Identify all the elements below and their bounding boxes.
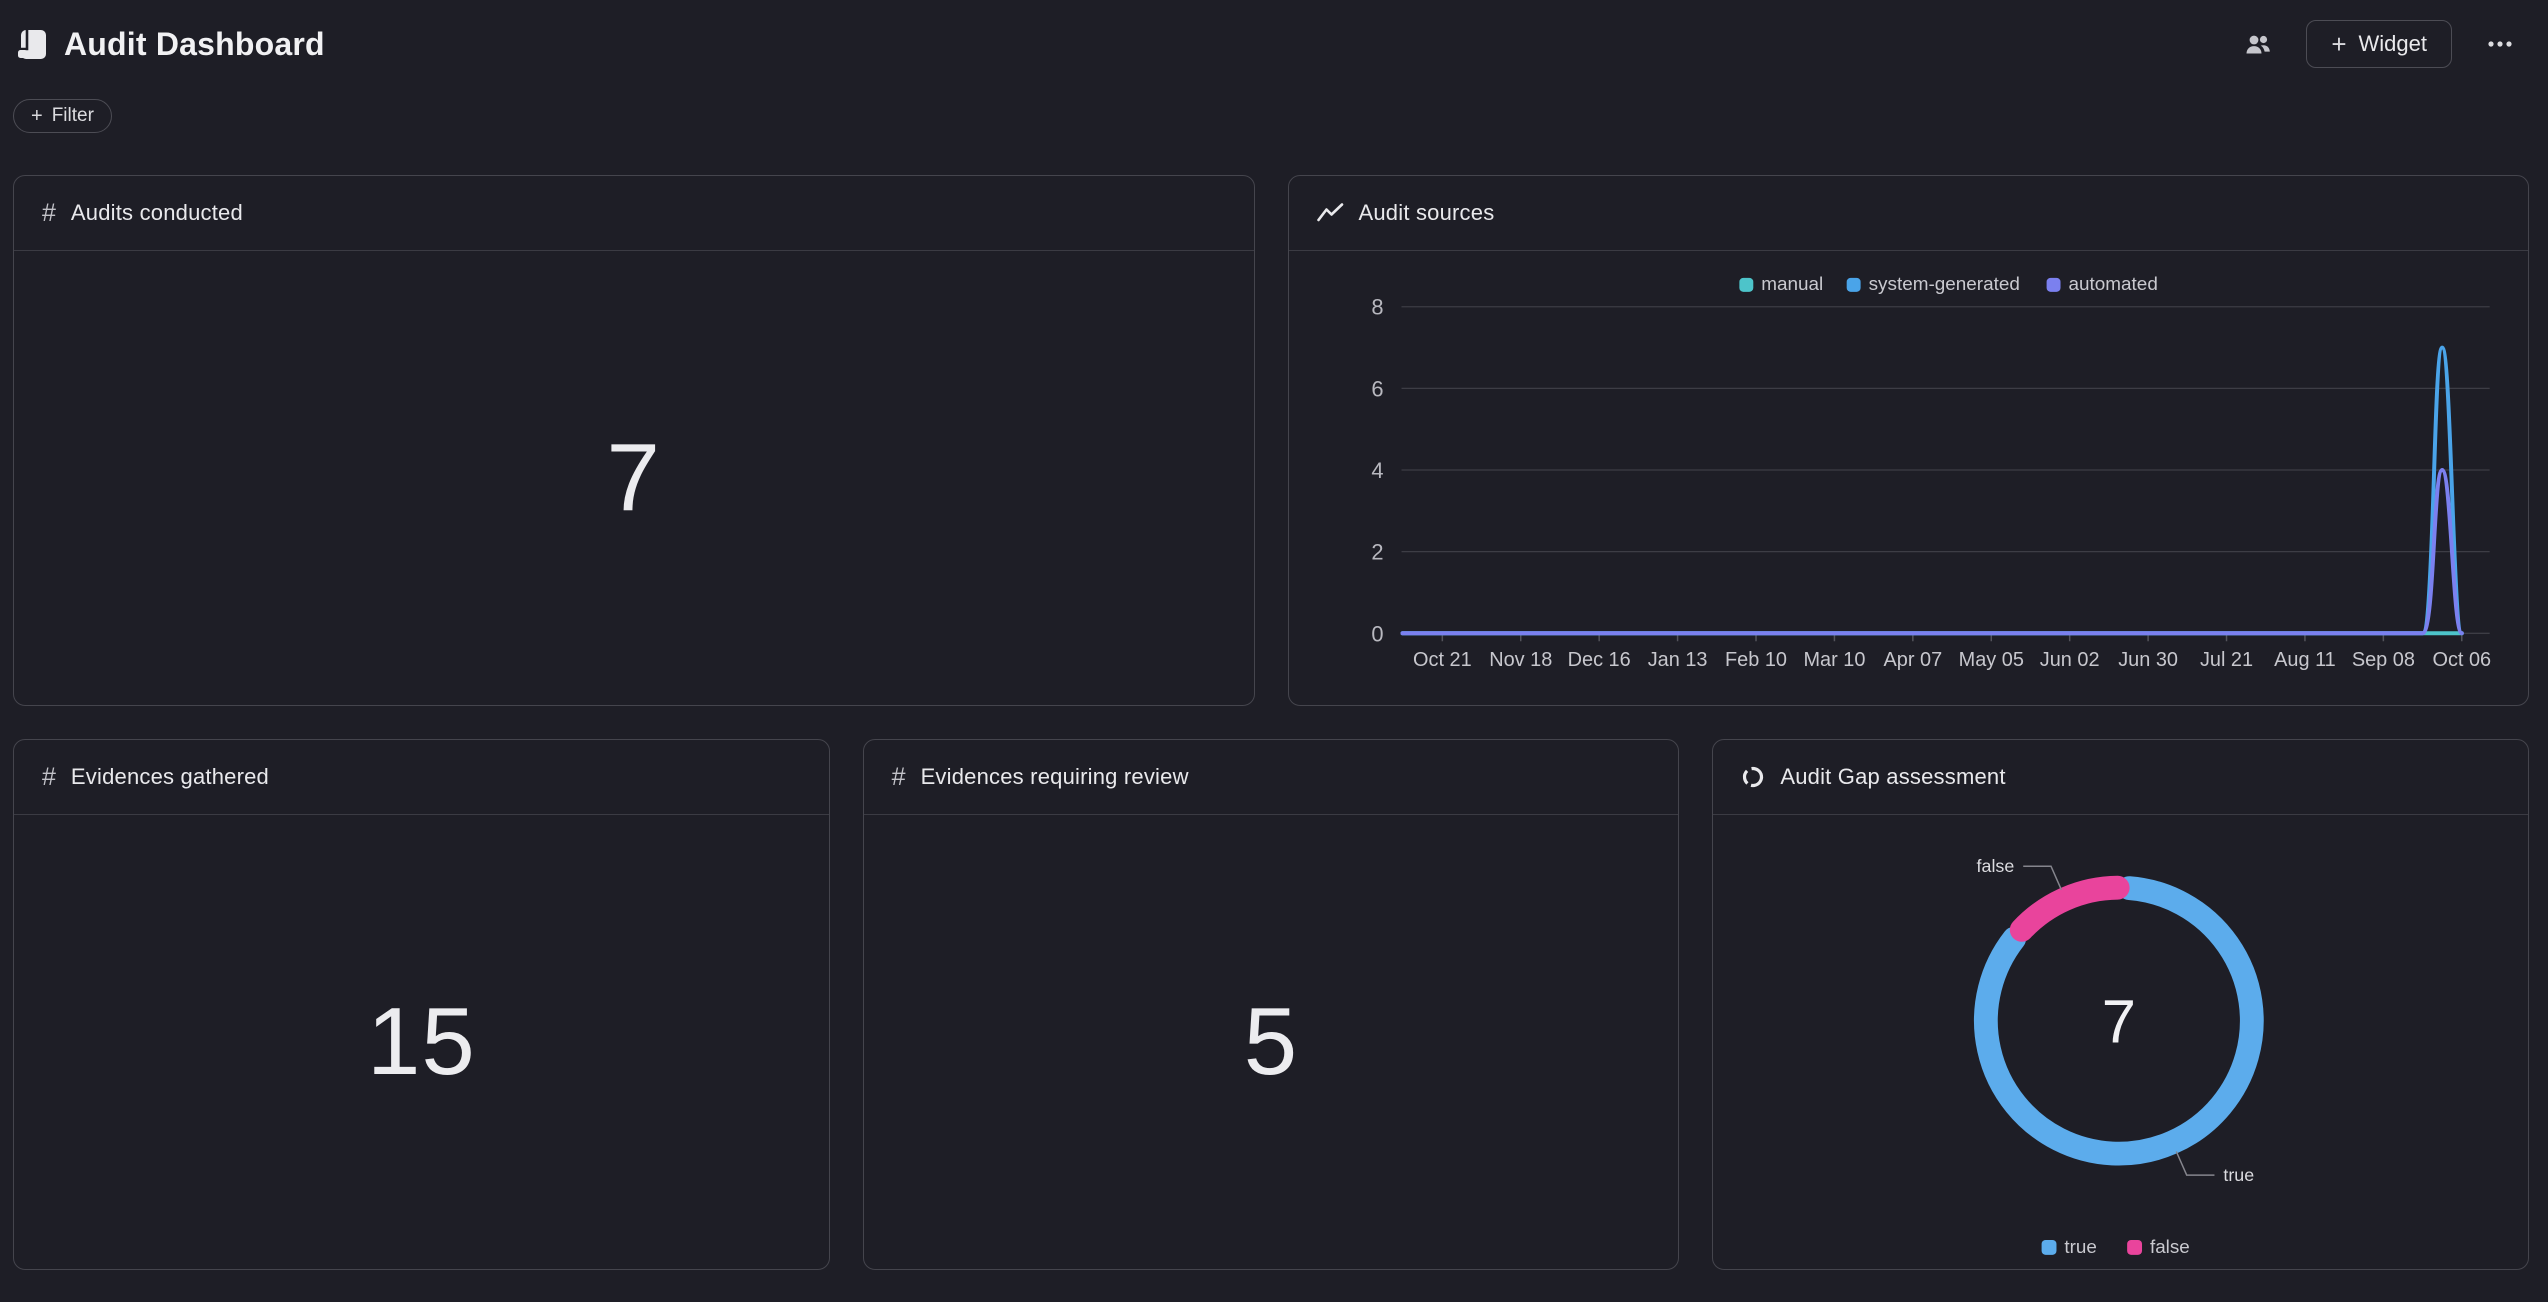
audit-sources-chart[interactable]: 0 2 4 6 8 Oct 21 Nov 18 Dec 16 Jan 13 Feb 10 Mar 1…	[1289, 251, 2529, 706]
stat-value: 15	[367, 987, 476, 1097]
x-tick-label: Oct 21	[1413, 649, 1472, 671]
widget-title: Audit sources	[1359, 200, 1495, 226]
widget-body: 15	[14, 815, 829, 1269]
y-tick-label: 4	[1371, 458, 1383, 483]
legend-item-true[interactable]: true	[2042, 1236, 2097, 1257]
widget-title: Evidences gathered	[71, 764, 269, 790]
hash-icon: #	[892, 765, 906, 790]
legend-item-automated[interactable]: automated	[2046, 274, 2157, 295]
x-tick-label: Nov 18	[1489, 649, 1552, 671]
legend-label: system-generated	[1868, 274, 2019, 295]
widget-audits-conducted: # Audits conducted 7	[13, 175, 1255, 706]
y-tick-label: 8	[1371, 295, 1383, 320]
x-tick-label: Apr 07	[1883, 649, 1942, 671]
x-tick-label: May 05	[1958, 649, 2023, 671]
y-tick-label: 2	[1371, 540, 1383, 565]
widget-body: 0 2 4 6 8 Oct 21 Nov 18 Dec 16 Jan 13 Feb 10 Mar 1…	[1289, 251, 2529, 706]
hash-icon: #	[42, 201, 56, 226]
widget-title: Evidences requiring review	[921, 764, 1189, 790]
stat-value: 7	[607, 423, 661, 533]
widget-body: true false 7 true false	[1713, 815, 2528, 1269]
book-icon	[16, 27, 50, 61]
x-tick-label: Jun 02	[2039, 649, 2099, 671]
dashboard-grid: # Audits conducted 7 Audit sources 0 2 4 6 8…	[13, 175, 2529, 1270]
x-tick-label: Aug 11	[2274, 649, 2336, 671]
plus-icon: +	[2331, 31, 2346, 57]
widget-header: Audit sources	[1289, 176, 2529, 251]
widget-header: # Evidences requiring review	[864, 740, 1679, 815]
widget-body: 7	[14, 251, 1254, 705]
slice-leader	[2024, 866, 2062, 890]
x-tick-label: Sep 08	[2351, 649, 2414, 671]
hash-icon: #	[42, 765, 56, 790]
donut-center-value: 7	[2102, 987, 2136, 1056]
x-tick-label: Jun 30	[2118, 649, 2178, 671]
add-widget-button[interactable]: + Widget	[2306, 20, 2452, 68]
legend-swatch	[1739, 278, 1753, 292]
legend-item-manual[interactable]: manual	[1739, 274, 1823, 295]
widget-audit-sources: Audit sources 0 2 4 6 8 Oct 21 Nov 18 Dec 16 Jan…	[1288, 175, 2530, 706]
legend-label: true	[2065, 1236, 2097, 1257]
topbar-actions: + Widget	[2240, 20, 2518, 68]
people-icon[interactable]	[2240, 28, 2276, 61]
page-title: Audit Dashboard	[64, 26, 325, 63]
x-tick-label: Mar 10	[1803, 649, 1865, 671]
x-tick-label: Dec 16	[1567, 649, 1630, 671]
series-line-system-generated[interactable]	[1402, 348, 2461, 634]
legend-swatch	[2046, 278, 2060, 292]
widget-header: # Audits conducted	[14, 176, 1254, 251]
legend-item-system-generated[interactable]: system-generated	[1846, 274, 2019, 295]
widget-body: 5	[864, 815, 1679, 1269]
donut-icon	[1741, 765, 1765, 789]
filter-button[interactable]: + Filter	[13, 99, 112, 133]
legend-label: manual	[1761, 274, 1823, 295]
plus-icon: +	[31, 106, 43, 126]
trend-line-icon	[1317, 202, 1344, 224]
donut-segment-false[interactable]	[2022, 888, 2118, 930]
x-tick-label: Feb 10	[1725, 649, 1787, 671]
widget-title: Audit Gap assessment	[1780, 764, 2005, 790]
x-tick-label: Jul 21	[2199, 649, 2252, 671]
filter-label: Filter	[52, 105, 94, 127]
y-tick-label: 0	[1371, 621, 1383, 646]
legend-swatch	[2127, 1240, 2142, 1255]
legend-label: false	[2150, 1236, 2190, 1257]
y-tick-label: 6	[1371, 376, 1383, 401]
widget-header: Audit Gap assessment	[1713, 740, 2528, 815]
x-tick-label: Oct 06	[2432, 649, 2491, 671]
widget-evidences-gathered: # Evidences gathered 15	[13, 739, 830, 1270]
filter-row: + Filter	[0, 88, 2548, 133]
dashboard-title-group: Audit Dashboard	[16, 26, 325, 63]
stat-value: 5	[1244, 987, 1298, 1097]
widget-evidences-requiring-review: # Evidences requiring review 5	[863, 739, 1680, 1270]
widget-audit-gap-assessment: Audit Gap assessment true false 7 true false	[1712, 739, 2529, 1270]
legend-swatch	[2042, 1240, 2057, 1255]
legend-item-false[interactable]: false	[2127, 1236, 2190, 1257]
legend-swatch	[1846, 278, 1860, 292]
more-options-icon[interactable]	[2482, 36, 2518, 52]
slice-label-true: true	[2224, 1165, 2255, 1185]
topbar: Audit Dashboard + Widget	[0, 0, 2548, 88]
widget-title: Audits conducted	[71, 200, 243, 226]
widget-header: # Evidences gathered	[14, 740, 829, 815]
x-tick-label: Jan 13	[1647, 649, 1707, 671]
slice-leader	[2177, 1151, 2215, 1175]
slice-label-false: false	[1977, 856, 2015, 876]
legend-label: automated	[2068, 274, 2157, 295]
audit-gap-donut-chart[interactable]: true false 7 true false	[1713, 815, 2528, 1269]
add-widget-label: Widget	[2359, 31, 2427, 57]
